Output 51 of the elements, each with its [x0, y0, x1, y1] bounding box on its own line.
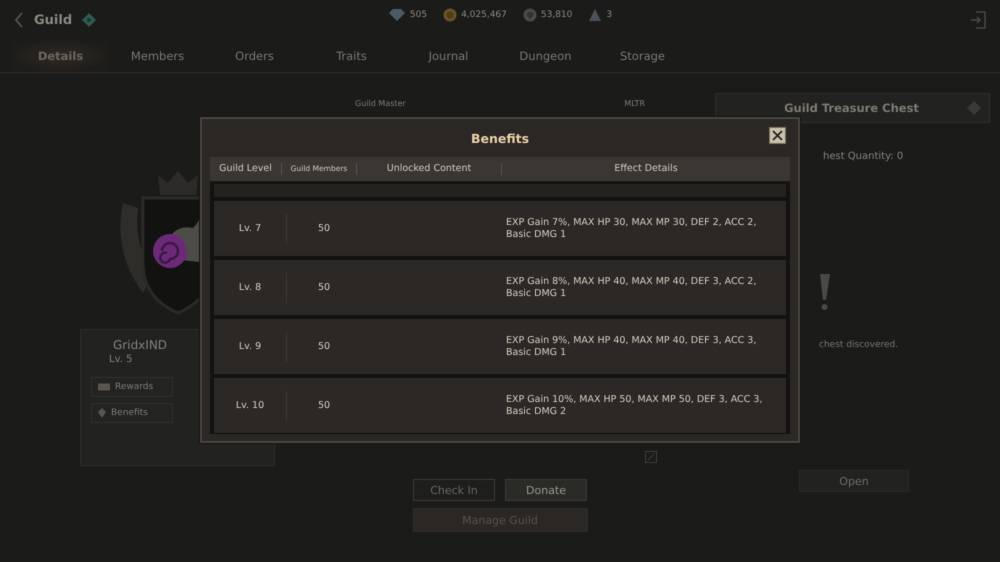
gem-icon [388, 8, 406, 22]
table-cell-text: 50 [316, 282, 332, 293]
table-cell-text: 50 [316, 341, 332, 352]
table-cell-text: Lv. 9 [238, 341, 262, 352]
table-cell-text: Lv. 10 [234, 400, 266, 411]
tab[interactable]: Storage [594, 40, 691, 72]
chest-quantity: hest Quantity: 0 [823, 151, 904, 162]
chest-icon [98, 383, 110, 391]
info-label: Guild Master [355, 99, 406, 108]
table-cell-text: EXP Gain 10%, MAX HP 50, MAX MP 50, DEF 3, ACC 3, Basic DMG 2 [506, 394, 764, 418]
exit-icon[interactable] [970, 11, 986, 29]
exclamation-icon [819, 272, 831, 310]
table-cell-text: EXP Gain 8%, MAX HP 40, MAX MP 40, DEF 3, ACC 2, Basic DMG 1 [506, 276, 758, 300]
help-icon[interactable] [82, 13, 96, 27]
guild-level: Lv. 5 [109, 354, 132, 365]
donate-button[interactable]: Donate [505, 479, 587, 501]
table-cell-text: EXP Gain 7%, MAX HP 30, MAX MP 30, DEF 2, ACC 2, Basic DMG 1 [506, 216, 758, 240]
column-header: Effect Details [613, 163, 679, 175]
token-icon [522, 8, 537, 22]
chest-message: chest discovered. [819, 340, 898, 350]
help-icon[interactable] [967, 101, 981, 115]
dialog-title: Benefits [470, 130, 530, 146]
open-button[interactable]: Open [799, 470, 909, 492]
table-cell-text: Lv. 7 [238, 223, 262, 234]
tab[interactable]: Dungeon [497, 40, 594, 72]
edit-icon[interactable] [645, 451, 657, 463]
coin-icon [443, 8, 458, 22]
table-cell-text: Lv. 8 [238, 282, 262, 293]
currency-amount: 4,025,467 [461, 10, 507, 20]
benefits-button[interactable]: Benefits [91, 403, 173, 423]
tab[interactable]: Traits [303, 40, 400, 72]
figure-icon [588, 8, 602, 22]
diamond-icon [98, 408, 106, 418]
table-cell-text: 50 [316, 223, 332, 234]
column-header: Unlocked Content [357, 163, 502, 175]
column-header: Guild Level [210, 163, 282, 175]
page-title: Guild [34, 12, 72, 28]
table-cell-text: EXP Gain 9%, MAX HP 40, MAX MP 40, DEF 3, ACC 3, Basic DMG 1 [506, 334, 758, 358]
table-cell-text: 50 [316, 400, 332, 411]
currency-amount: 3 [606, 10, 612, 20]
currency-amount: 505 [410, 10, 428, 20]
tab[interactable]: Journal [400, 40, 497, 72]
treasure-header: Guild Treasure Chest [715, 93, 990, 123]
tab[interactable]: Details [12, 40, 109, 72]
close-button[interactable] [769, 127, 786, 144]
tab[interactable]: Members [109, 40, 206, 72]
guild-name: GridxIND [113, 338, 168, 352]
tab[interactable]: Orders [206, 40, 303, 72]
currency-amount: 53,810 [540, 10, 572, 20]
rewards-button[interactable]: Rewards [91, 377, 173, 397]
info-value: MLTR [624, 99, 645, 108]
